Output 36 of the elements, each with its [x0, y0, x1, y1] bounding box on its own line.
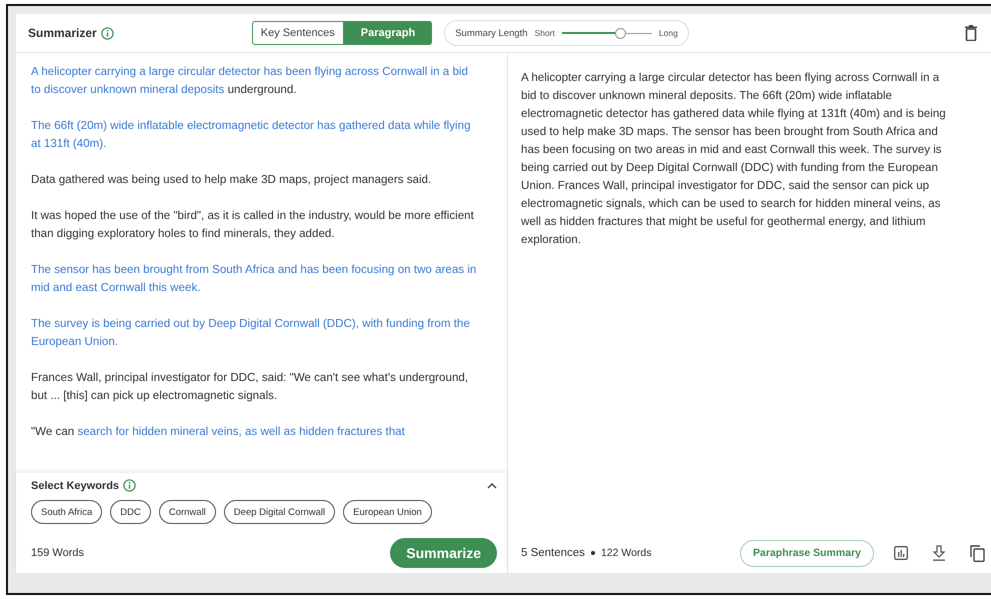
keyword-chip[interactable]: Deep Digital Cornwall: [224, 500, 336, 524]
source-paragraph: "We can search for hidden mineral veins, as well as hidden fractures that: [31, 424, 406, 440]
bar-chart-icon[interactable]: [894, 546, 908, 560]
word-count: 122 Words: [600, 547, 652, 559]
mode-tab[interactable]: Key Sentences: [252, 21, 344, 45]
info-icon[interactable]: [123, 479, 136, 492]
download-icon[interactable]: [932, 545, 946, 561]
keyword-chip[interactable]: European Union: [343, 500, 432, 524]
app-title: Summarizer: [28, 26, 97, 40]
slider-max-label: Long: [658, 28, 678, 38]
source-paragraph: Frances Wall, principal investigator for DDC, said: "We can't see what's underground, but ... [this] can pick up electromagnetic signals.: [31, 370, 470, 404]
paraphrase-button[interactable]: Paraphrase Summary: [740, 540, 874, 566]
mode-tab[interactable]: Paragraph: [344, 21, 432, 45]
separator-dot: [590, 551, 595, 555]
source-paragraph: It was hoped the use of the "bird", as it is called in the industry, would be more efficient than digging exploratory holes to find minerals, they added.: [31, 208, 475, 242]
summary-text: A helicopter carrying a large circular detector has been flying across Cornwall in a bid to discover unknown mineral deposits. The 66ft (20m) wide inflatable electromagnetic detector has gathered data while flying at 131ft (40m) and is being used to help make 3D maps. The sensor has been brought from South Africa and has been focusing on two areas in mid and east Cornwall this week. The survey is being carried out by Deep Digital Cornwall (DDC) with funding from the European Union. Frances Wall, principal investigator for DDC, said the sensor can pick up electromagnetic signals, which can be used to search for hidden mineral veins, as well as hidden fractures that might be useful for geothermal energy, and lithium exploration.: [520, 70, 947, 248]
slider-min-label: Short: [534, 28, 555, 38]
keyword-chip[interactable]: South Africa: [31, 500, 102, 524]
chevron-icon[interactable]: [487, 482, 497, 488]
info-icon[interactable]: [100, 26, 114, 40]
sentence-count: 5 Sentences: [521, 547, 585, 559]
source-paragraph: Data gathered was being used to help make 3D maps, project managers said.: [31, 172, 432, 188]
keyword-chip[interactable]: Cornwall: [158, 500, 216, 524]
source-paragraph: The survey is being carried out by Deep Digital Cornwall (DDC), with funding from the European Union.: [31, 316, 471, 350]
length-slider[interactable]: [562, 28, 652, 38]
word-count: 159 Words: [31, 547, 84, 559]
source-paragraph: The 66ft (20m) wide inflatable electromagnetic detector has gathered data while flying at 131ft (40m).: [31, 118, 472, 152]
source-paragraph: A helicopter carrying a large circular detector has been flying across Cornwall in a bid to discover unknown mineral deposits underground.: [31, 64, 469, 98]
summarize-button[interactable]: Summarize: [390, 538, 497, 568]
copy-icon[interactable]: [970, 544, 985, 562]
source-paragraph: The sensor has been brought from South Africa and has been focusing on two areas in mid and east Cornwall this week.: [31, 262, 477, 296]
keyword-chip[interactable]: DDC: [110, 500, 151, 524]
trash-icon[interactable]: [965, 25, 977, 41]
slider-label: Summary Length: [455, 28, 528, 38]
keywords-title: Select Keywords: [31, 480, 120, 492]
slider-thumb[interactable]: [615, 28, 626, 38]
